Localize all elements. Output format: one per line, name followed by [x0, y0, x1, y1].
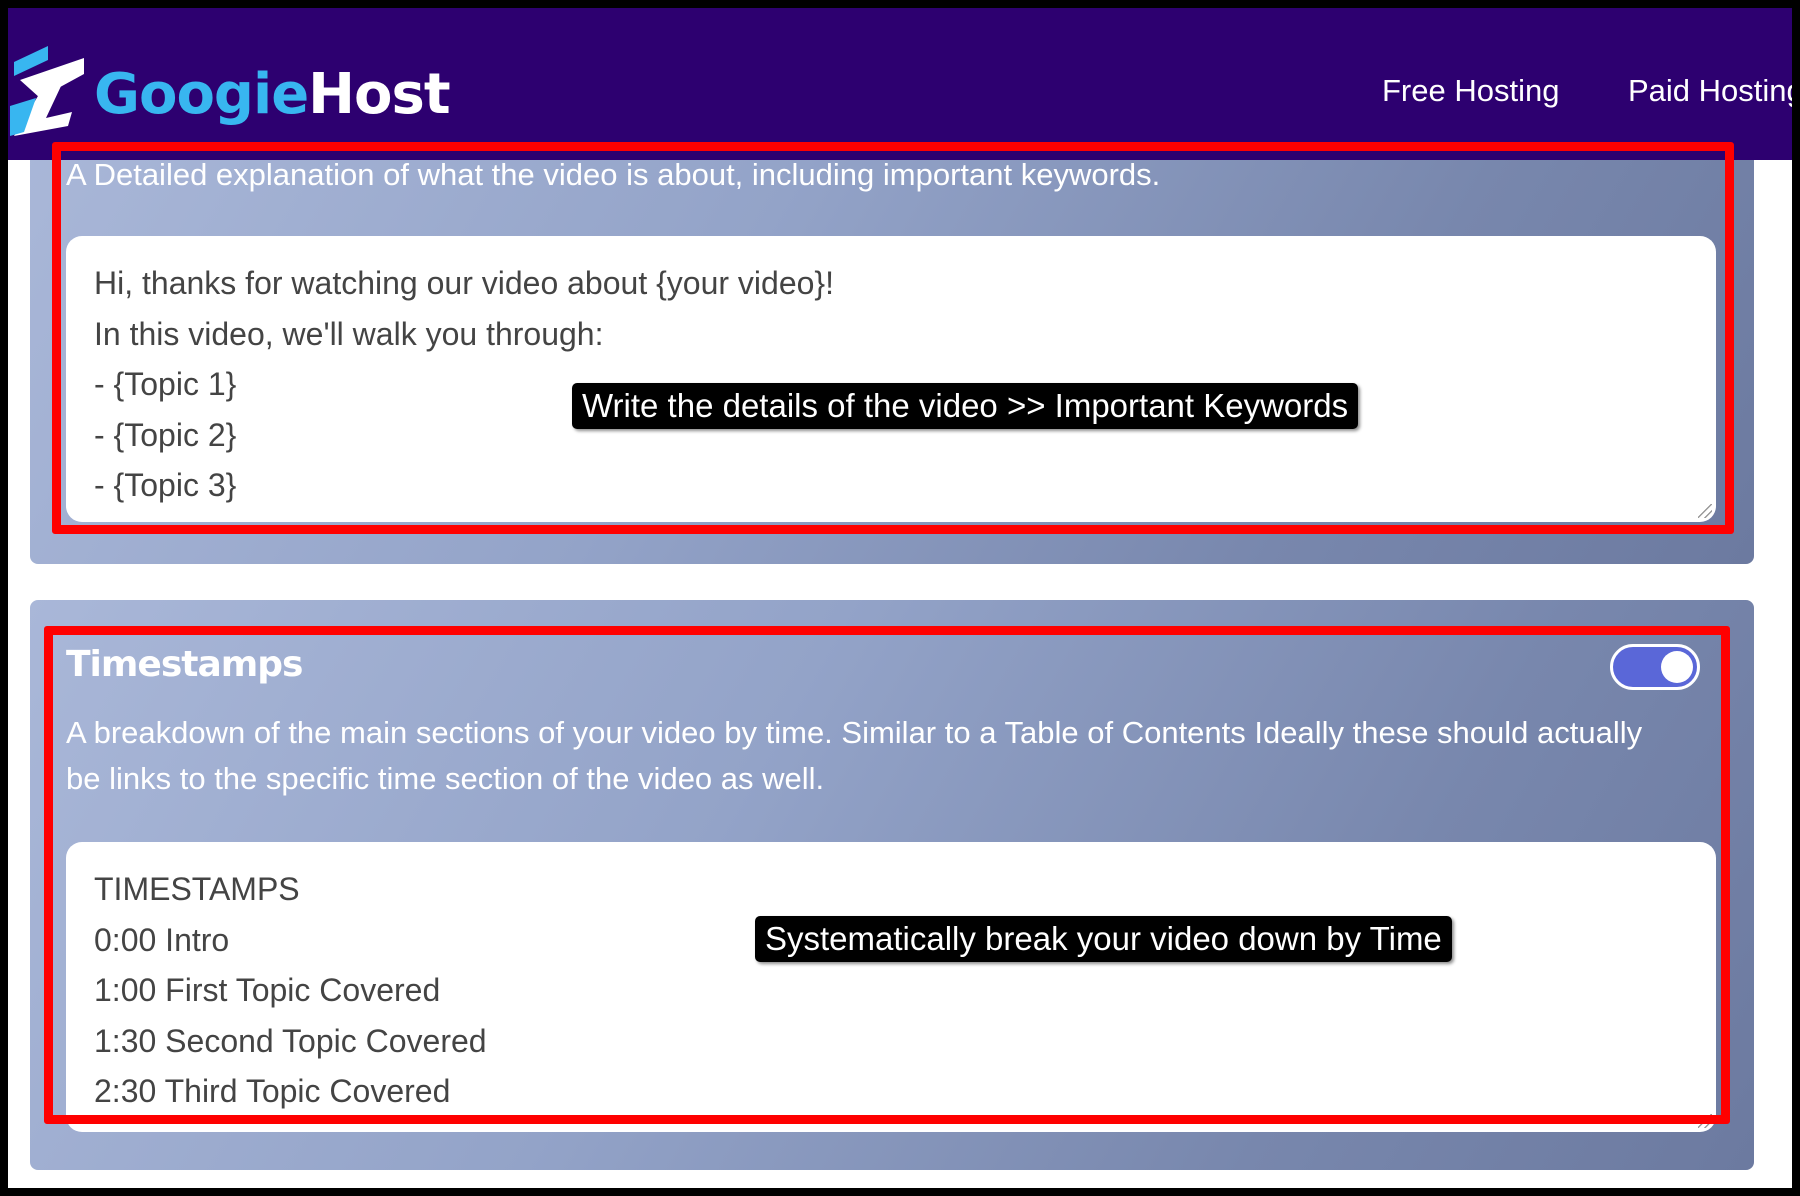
- textarea-line: - {Topic 3}: [94, 467, 237, 503]
- toggle-knob: [1661, 651, 1693, 683]
- brand-part-host: Host: [308, 62, 450, 127]
- description-card: A Detailed explanation of what the video…: [30, 140, 1754, 564]
- timestamps-toggle[interactable]: [1610, 644, 1700, 690]
- nav-free-hosting[interactable]: Free Hosting: [1382, 73, 1559, 109]
- googiehost-logo-icon[interactable]: [10, 40, 90, 140]
- brand-logo-text[interactable]: GoogieHost: [94, 62, 451, 127]
- brand-part-googie: Googie: [94, 62, 309, 127]
- timestamps-heading: Timestamps: [66, 644, 303, 685]
- resize-handle-icon[interactable]: [1698, 1114, 1712, 1128]
- timestamps-textarea[interactable]: TIMESTAMPS 0:00 Intro 1:00 First Topic C…: [66, 842, 1716, 1132]
- textarea-line: 1:30 Second Topic Covered: [94, 1022, 487, 1059]
- resize-handle-icon[interactable]: [1698, 504, 1712, 518]
- top-navbar: GoogieHost Free Hosting Paid Hosting: [8, 8, 1800, 160]
- nav-paid-hosting[interactable]: Paid Hosting: [1628, 73, 1800, 109]
- textarea-line: Hi, thanks for watching our video about …: [94, 265, 834, 301]
- textarea-line: TIMESTAMPS: [94, 871, 300, 907]
- timestamps-card: Timestamps A breakdown of the main secti…: [30, 600, 1754, 1170]
- textarea-line: 1:00 First Topic Covered: [94, 972, 441, 1008]
- description-textarea[interactable]: Hi, thanks for watching our video about …: [66, 236, 1716, 522]
- annotation-callout: Write the details of the video >> Import…: [572, 383, 1359, 429]
- annotation-callout: Systematically break your video down by …: [755, 916, 1452, 962]
- textarea-line: 2:30 Third Topic Covered: [94, 1073, 451, 1109]
- textarea-line: In this video, we'll walk you through:: [94, 315, 604, 352]
- timestamps-help-text: A breakdown of the main sections of your…: [66, 715, 1643, 796]
